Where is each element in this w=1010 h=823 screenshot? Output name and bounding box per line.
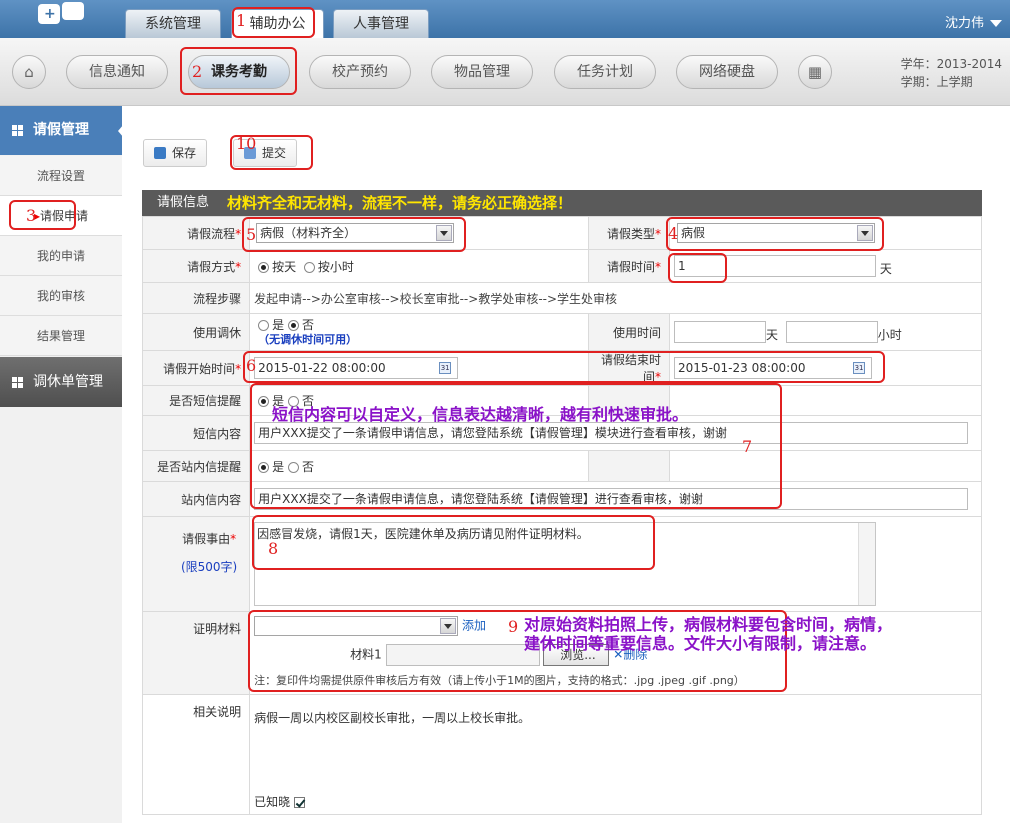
top-bar: + 系统管理 辅助办公 人事管理 沈力伟: [0, 0, 1010, 38]
school-term: 学期：上学期: [900, 75, 973, 89]
desc-value: 病假一周以内校区副校长审批，一周以上校长审批。: [254, 711, 531, 725]
reason-label: 请假事由*: [182, 532, 237, 546]
use-hours-input[interactable]: [785, 321, 878, 343]
site-content-label: 站内信内容: [141, 481, 251, 517]
school-info: 学年：2013-2014 学期：上学期: [901, 55, 1002, 91]
sidebar-leave-header[interactable]: 请假管理: [0, 106, 122, 155]
annotation-box-3: [9, 200, 76, 230]
upload-annotation-note-2: 建休时间等重要信息。文件大小有限制，请注意。: [524, 634, 877, 653]
annotation-number: 7: [742, 437, 753, 456]
nav-notice[interactable]: 信息通知: [66, 55, 168, 89]
type-label: 请假类型*: [588, 216, 671, 250]
annotation-number: 8: [268, 539, 279, 558]
radio-by-day[interactable]: [258, 261, 270, 273]
start-label: 请假开始时间*: [141, 350, 251, 386]
sms-label: 是否短信提醒: [141, 385, 251, 416]
reason-limit: (限500字): [180, 560, 238, 574]
desc-label: 相关说明: [141, 694, 251, 815]
nav-net-disk[interactable]: 网络硬盘: [676, 55, 778, 89]
save-button[interactable]: 保存: [143, 139, 208, 167]
home-button[interactable]: ⌂: [12, 55, 46, 89]
use-time-label: 使用时间: [588, 313, 671, 351]
acknowledge: 已知晓: [254, 793, 306, 810]
sidebar-leave-title: 请假管理: [33, 122, 89, 138]
use-days-input[interactable]: [674, 321, 767, 343]
grid-icon: [12, 124, 23, 136]
annotation-box-6: [243, 351, 885, 383]
module-nav: ⌂ 信息通知 课务考勤 校产预约 物品管理 任务计划 网络硬盘 ▦: [0, 38, 1010, 106]
annotation-number: 1: [236, 11, 247, 30]
time-label: 请假时间*: [588, 249, 671, 283]
time-unit: 天: [879, 262, 892, 276]
annotation-number: 3: [26, 206, 37, 225]
use-rest-label: 使用调休: [141, 313, 251, 351]
active-pointer: [118, 124, 124, 138]
annotation-number: 6: [246, 356, 257, 375]
annotation-box-8: [252, 515, 655, 570]
radio-rest-yes[interactable]: [258, 319, 270, 331]
more-modules-button[interactable]: ▦: [798, 55, 832, 89]
annotation-box-4: [666, 217, 884, 251]
grid-icon: ▦: [807, 63, 823, 81]
scrollbar[interactable]: [858, 523, 876, 605]
user-name: 沈力伟: [944, 16, 984, 31]
save-icon: [154, 147, 166, 159]
annotation-number: 5: [246, 225, 257, 244]
tab-system[interactable]: 系统管理: [125, 9, 221, 38]
chevron-down-icon: [990, 20, 1002, 27]
form-header-title: 请假信息: [157, 195, 210, 210]
sidebar-rest-title: 调休单管理: [33, 374, 103, 390]
home-icon: ⌂: [24, 63, 34, 81]
sms-annotation-note: 短信内容可以自定义，信息表达越清晰，越有利快速审批。: [272, 405, 689, 424]
logo-icon: +: [38, 2, 86, 30]
sidebar-item-results[interactable]: 结果管理: [0, 316, 122, 356]
nav-asset-booking[interactable]: 校产预约: [309, 55, 411, 89]
nav-task-plan[interactable]: 任务计划: [554, 55, 656, 89]
annotation-number: 4: [668, 224, 679, 243]
proof-label: 证明材料: [141, 611, 251, 695]
sms-content-label: 短信内容: [141, 415, 251, 451]
method-label: 请假方式*: [141, 249, 251, 283]
radio-by-hour[interactable]: [303, 261, 315, 273]
annotation-box-time: [668, 253, 727, 283]
sidebar-rest-header[interactable]: 调休单管理: [0, 357, 122, 407]
sidebar-item-my-applications[interactable]: 我的申请: [0, 236, 122, 276]
acknowledge-checkbox[interactable]: [294, 797, 306, 808]
steps-value: 发起申请-->办公室审核-->校长室审批-->教学处审核-->学生处审核: [249, 282, 982, 314]
annotation-number: 10: [236, 134, 257, 153]
tab-hr[interactable]: 人事管理: [333, 9, 429, 38]
process-label: 请假流程*: [141, 216, 251, 250]
header-annotation: 材料齐全和无材料，流程不一样，请务必正确选择！: [227, 194, 573, 212]
school-year: 学年：2013-2014: [900, 57, 1002, 71]
site-label: 是否站内信提醒: [141, 450, 251, 482]
sidebar-item-process-settings[interactable]: 流程设置: [0, 156, 122, 196]
use-rest-note: （无调休时间可用）: [258, 332, 358, 346]
sidebar-item-my-reviews[interactable]: 我的审核: [0, 276, 122, 316]
annotation-number: 9: [508, 617, 519, 636]
steps-label: 流程步骤: [141, 282, 251, 314]
save-label: 保存: [172, 146, 197, 160]
annotation-number: 2: [192, 62, 203, 81]
radio-rest-no[interactable]: [288, 319, 300, 331]
form-header: 请假信息 材料齐全和无材料，流程不一样，请务必正确选择！: [142, 190, 982, 216]
grid-icon: [12, 376, 23, 388]
annotation-box-5: [242, 217, 466, 252]
nav-goods[interactable]: 物品管理: [431, 55, 533, 89]
user-menu[interactable]: 沈力伟: [945, 12, 1002, 31]
